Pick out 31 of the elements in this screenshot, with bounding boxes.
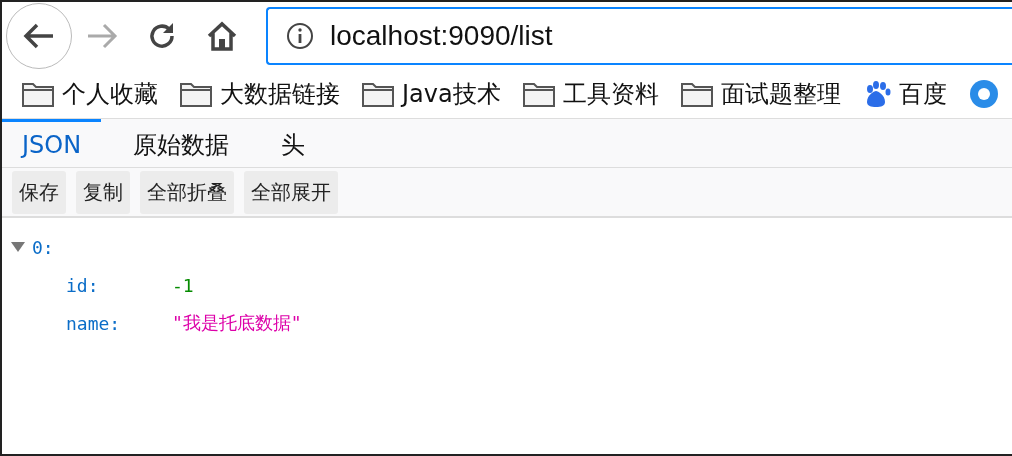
folder-icon	[522, 81, 555, 107]
address-bar[interactable]: localhost:9090/list	[266, 7, 1012, 65]
action-button[interactable]: 全部折叠	[140, 170, 234, 214]
action-button[interactable]: 复制	[76, 170, 130, 214]
action-button[interactable]: 保存	[12, 170, 66, 214]
info-icon	[286, 22, 314, 50]
back-arrow-icon	[23, 22, 55, 50]
bookmark-item[interactable]: 工具资料	[522, 78, 659, 110]
bookmark-item[interactable]: 个人收藏	[22, 78, 158, 110]
reload-icon	[147, 21, 177, 51]
json-value: "我是托底数据"	[172, 311, 302, 335]
viewer-tab[interactable]: 头	[261, 119, 326, 167]
json-key: name:	[66, 312, 172, 334]
folder-icon	[362, 81, 394, 107]
home-icon	[206, 21, 238, 51]
bookmark-item[interactable]: Java技术	[362, 78, 501, 110]
ring-logo-icon[interactable]	[968, 79, 999, 109]
expand-toggle-icon[interactable]	[10, 241, 26, 253]
json-key: 0:	[32, 236, 54, 258]
bookmark-item[interactable]: 大数据链接	[180, 78, 340, 110]
json-key: id:	[66, 274, 172, 296]
viewer-tab[interactable]: 原始数据	[113, 119, 250, 167]
folder-icon	[22, 81, 54, 107]
json-value: -1	[172, 274, 194, 296]
bookmark-item[interactable]: 百度	[862, 78, 947, 110]
address-field[interactable]: localhost:9090/list	[328, 19, 1012, 53]
bookmark-item[interactable]: 面试题整理	[680, 78, 841, 110]
action-button[interactable]: 全部展开	[244, 170, 338, 214]
folder-icon	[680, 81, 713, 107]
forward-arrow-icon	[86, 22, 118, 50]
folder-icon	[180, 81, 212, 107]
